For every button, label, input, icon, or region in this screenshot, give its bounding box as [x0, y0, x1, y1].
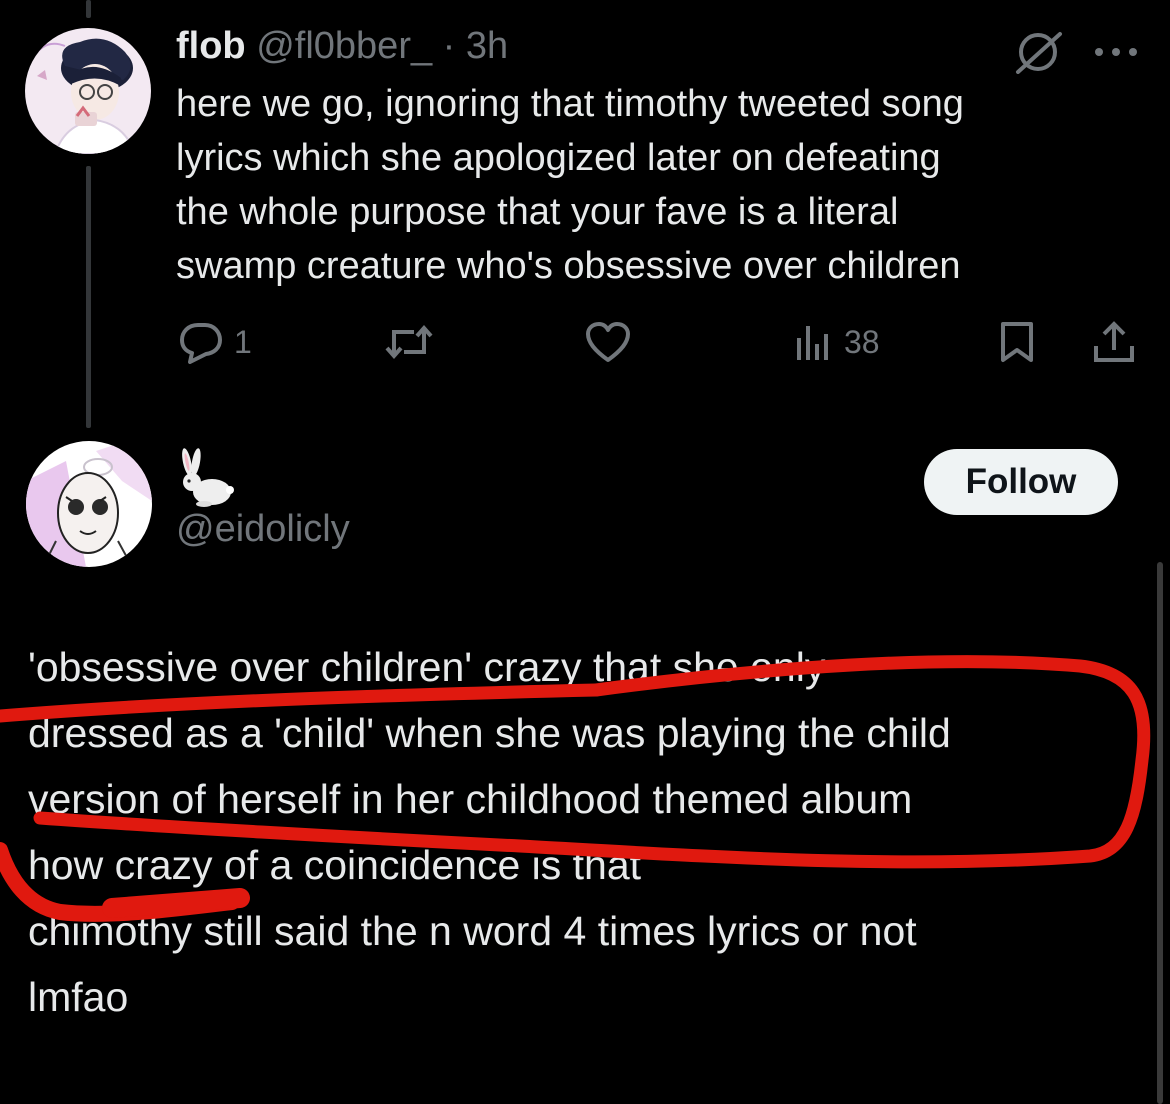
- retweet-button[interactable]: [384, 318, 434, 366]
- display-name[interactable]: flob: [176, 25, 246, 67]
- view-count: 38: [844, 323, 880, 360]
- bookmark-icon: [1001, 322, 1033, 362]
- avatar-eidolicly[interactable]: [26, 441, 152, 567]
- reply-button[interactable]: 1: [178, 318, 252, 366]
- views-button[interactable]: 38: [794, 318, 880, 366]
- tweet2-body: 'obsessive over children' crazy that she…: [28, 634, 1148, 1030]
- thread-line: [86, 166, 91, 428]
- handle[interactable]: @fl0bber_: [256, 25, 432, 67]
- tweet-text-line: version of herself in her childhood them…: [28, 776, 913, 822]
- follow-button[interactable]: Follow: [924, 449, 1118, 515]
- reply-icon: [180, 323, 222, 364]
- share-icon: [1094, 321, 1134, 362]
- tweet-text-line: how crazy of a coincidence is that: [28, 842, 642, 888]
- heart-icon: [586, 322, 630, 362]
- more-icon[interactable]: [1093, 46, 1139, 58]
- tweet-text-line: dressed as a 'child' when she was playin…: [28, 710, 951, 756]
- like-button[interactable]: [584, 318, 632, 366]
- bookmark-button[interactable]: [998, 318, 1036, 366]
- share-button[interactable]: [1092, 318, 1136, 366]
- views-icon: [797, 326, 828, 360]
- reply-count: 1: [234, 323, 252, 360]
- scrollbar[interactable]: [1157, 562, 1163, 1104]
- rabbit-display-name[interactable]: 🐇: [178, 448, 236, 508]
- tweet1-actions: 1 38: [0, 318, 1170, 366]
- tweet-text-line: here we go, ignoring that timothy tweete…: [176, 83, 964, 125]
- avatar-flob[interactable]: [25, 28, 151, 154]
- separator: ·: [442, 25, 456, 67]
- tweet-text-line: lyrics which she apologized later on def…: [176, 137, 941, 179]
- retweet-icon: [385, 324, 433, 360]
- tweet-text-line: lmfao: [28, 974, 129, 1020]
- rabbit-icon: [182, 448, 234, 507]
- handle[interactable]: @eidolicly: [176, 505, 350, 553]
- tweet-text-line: swamp creature who's obsessive over chil…: [176, 245, 961, 287]
- thread-line-top: [86, 0, 91, 18]
- tweet-text-line: chimothy still said the n word 4 times l…: [28, 908, 917, 954]
- timestamp[interactable]: 3h: [466, 25, 508, 67]
- tweet-text-line: 'obsessive over children' crazy that she…: [28, 644, 826, 690]
- tweet-text-line: the whole purpose that your fave is a li…: [176, 191, 899, 233]
- grok-icon[interactable]: [1012, 30, 1064, 74]
- tweet1-header: flob @fl0bber_ · 3h: [176, 22, 508, 70]
- tweet1-body: here we go, ignoring that timothy tweete…: [176, 77, 1136, 293]
